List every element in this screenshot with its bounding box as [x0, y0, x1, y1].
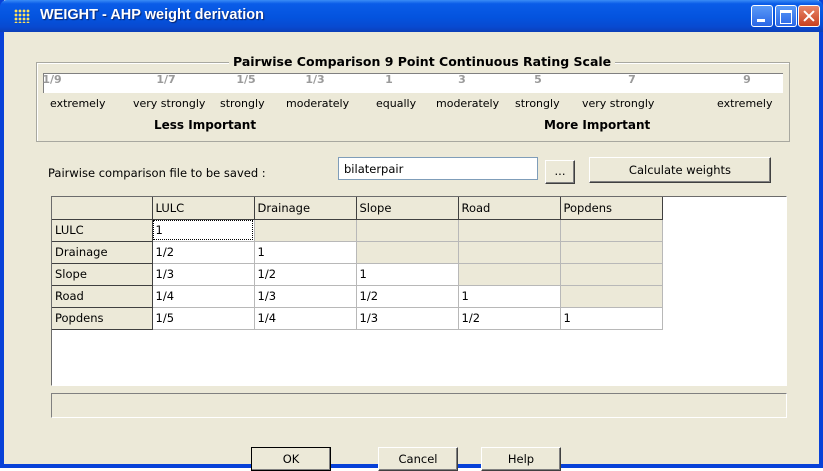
- more-important-label: More Important: [544, 118, 651, 132]
- grid-cell-disabled: [458, 263, 561, 286]
- ok-button[interactable]: OK: [251, 447, 331, 471]
- scale-value: 7: [628, 73, 636, 86]
- header-row: LULC Drainage Slope Road Popdens: [52, 197, 663, 220]
- scale-value: 1: [385, 73, 393, 86]
- grid-cell[interactable]: 1: [356, 263, 459, 286]
- grid-cell-disabled: [560, 219, 663, 242]
- table-row: Drainage 1/2 1: [52, 241, 663, 264]
- window-title: WEIGHT - AHP weight derivation: [40, 7, 264, 23]
- grid-cell[interactable]: 1/2: [458, 307, 561, 330]
- grid-cell-disabled: [356, 241, 459, 264]
- grid-cell-disabled: [560, 263, 663, 286]
- scale-value: 1/7: [156, 73, 176, 86]
- scale-descriptor: very strongly: [582, 97, 655, 110]
- scale-value: 1/9: [42, 73, 62, 86]
- grid-cell[interactable]: 1/2: [152, 241, 255, 264]
- maximize-button[interactable]: [775, 5, 797, 27]
- grid-cell-disabled: [560, 285, 663, 308]
- grid-cell[interactable]: 1/3: [254, 285, 357, 308]
- column-header[interactable]: Slope: [356, 197, 459, 220]
- corner-cell: [52, 197, 153, 220]
- ahp-weight-window: WEIGHT - AHP weight derivation Pairwise …: [0, 0, 823, 471]
- pairwise-grid: LULC Drainage Slope Road Popdens LULC 1 …: [51, 196, 787, 386]
- row-header[interactable]: Popdens: [52, 307, 153, 330]
- grid-cell-disabled: [356, 219, 459, 242]
- minimize-button[interactable]: [751, 5, 773, 27]
- table-row: LULC 1: [52, 219, 663, 242]
- title-bar[interactable]: WEIGHT - AHP weight derivation: [0, 0, 823, 32]
- grid-cell[interactable]: 1/2: [356, 285, 459, 308]
- scale-value: 5: [534, 73, 542, 86]
- app-grid-icon: [14, 9, 30, 23]
- scale-descriptor: extremely: [717, 97, 773, 110]
- grid-cell[interactable]: 1: [560, 307, 663, 330]
- scale-descriptor: extremely: [50, 97, 106, 110]
- rating-scale-title: Pairwise Comparison 9 Point Continuous R…: [229, 54, 616, 69]
- less-important-label: Less Important: [154, 118, 257, 132]
- grid-cell-disabled: [560, 241, 663, 264]
- table-row: Slope 1/3 1/2 1: [52, 263, 663, 286]
- scale-value: 1/3: [305, 73, 325, 86]
- scale-descriptor: strongly: [220, 97, 265, 110]
- column-header[interactable]: Drainage: [254, 197, 357, 220]
- grid-cell[interactable]: 1/3: [356, 307, 459, 330]
- grid-cell[interactable]: 1: [152, 219, 255, 242]
- pairwise-table: LULC Drainage Slope Road Popdens LULC 1 …: [52, 197, 663, 330]
- scale-descriptor: equally: [376, 97, 417, 110]
- grid-cell[interactable]: 1/3: [152, 263, 255, 286]
- scale-descriptor: moderately: [286, 97, 350, 110]
- column-header[interactable]: Road: [458, 197, 561, 220]
- grid-cell[interactable]: 1/5: [152, 307, 255, 330]
- file-save-label: Pairwise comparison file to be saved :: [48, 166, 266, 180]
- file-name-input[interactable]: [338, 157, 538, 180]
- grid-cell-disabled: [254, 219, 357, 242]
- row-header[interactable]: LULC: [52, 219, 153, 242]
- scale-value: 1/5: [236, 73, 256, 86]
- close-button[interactable]: [798, 5, 820, 27]
- scale-descriptor: very strongly: [133, 97, 206, 110]
- scale-value: 3: [458, 73, 466, 86]
- grid-cell[interactable]: 1: [458, 285, 561, 308]
- row-header[interactable]: Road: [52, 285, 153, 308]
- grid-cell[interactable]: 1: [254, 241, 357, 264]
- browse-button[interactable]: ...: [545, 160, 575, 184]
- scale-value: 9: [743, 73, 751, 86]
- calculate-weights-button[interactable]: Calculate weights: [589, 157, 771, 183]
- status-bar: [51, 393, 787, 418]
- column-header[interactable]: Popdens: [560, 197, 663, 220]
- column-header[interactable]: LULC: [152, 197, 255, 220]
- grid-cell-disabled: [458, 241, 561, 264]
- table-row: Popdens 1/5 1/4 1/3 1/2 1: [52, 307, 663, 330]
- row-header[interactable]: Slope: [52, 263, 153, 286]
- grid-cell[interactable]: 1/4: [254, 307, 357, 330]
- row-header[interactable]: Drainage: [52, 241, 153, 264]
- help-button[interactable]: Help: [481, 447, 561, 471]
- grid-cell[interactable]: 1/2: [254, 263, 357, 286]
- grid-cell-disabled: [458, 219, 561, 242]
- cancel-button[interactable]: Cancel: [378, 447, 458, 471]
- table-row: Road 1/4 1/3 1/2 1: [52, 285, 663, 308]
- grid-cell[interactable]: 1/4: [152, 285, 255, 308]
- scale-descriptor: strongly: [515, 97, 560, 110]
- rating-scale-group: Pairwise Comparison 9 Point Continuous R…: [36, 54, 790, 142]
- scale-descriptor: moderately: [436, 97, 500, 110]
